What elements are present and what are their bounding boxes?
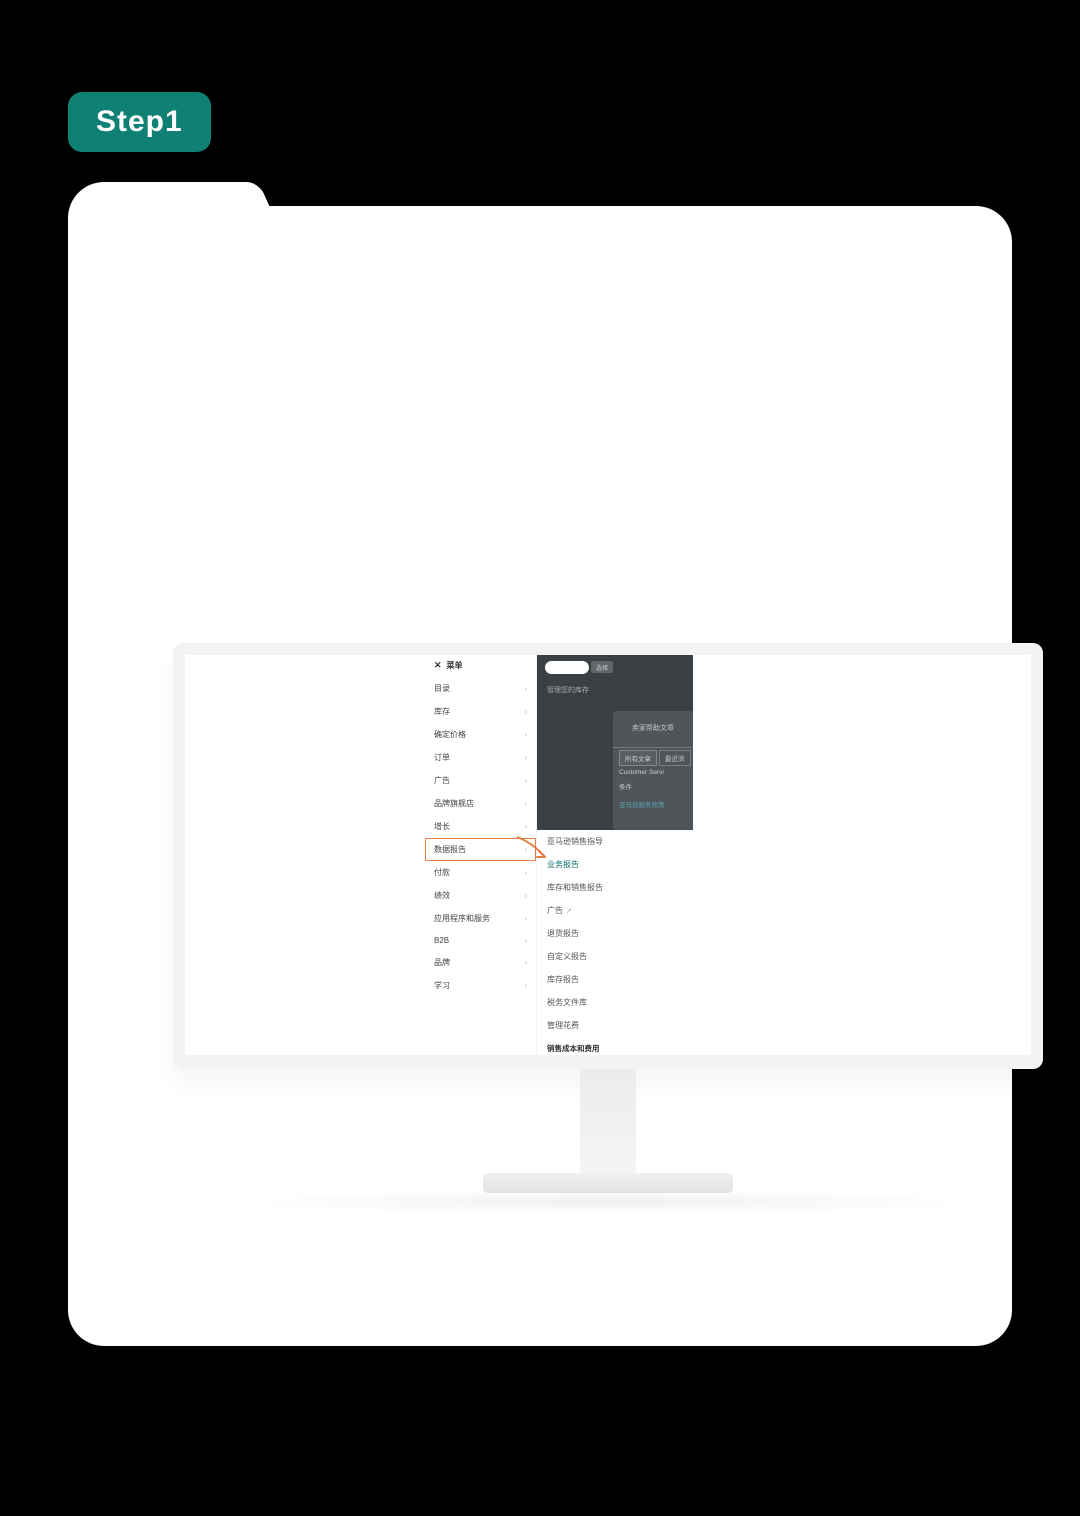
menu-item-label: 目录 <box>434 683 450 694</box>
submenu-item-label: 税务文件库 <box>547 998 587 1007</box>
submenu-item-inventory-rep[interactable]: 库存报告 <box>537 968 693 991</box>
menu-item-catalog[interactable]: 目录 › <box>425 677 536 700</box>
tab-all: 所有文章 <box>619 750 657 766</box>
submenu-item-label: 业务报告 <box>547 860 579 869</box>
menu-item-inventory[interactable]: 库存 › <box>425 700 536 723</box>
menu-item-growth[interactable]: 增长 › <box>425 815 536 838</box>
chevron-right-icon: › <box>524 981 527 990</box>
menu-item-orders[interactable]: 订单 › <box>425 746 536 769</box>
menu-item-brand[interactable]: 品牌 › <box>425 951 536 974</box>
help-card-title: 卖家帮助文章 <box>613 711 693 733</box>
help-line-3: 亚马逊服务政策 <box>619 799 665 809</box>
chevron-right-icon: › <box>524 845 527 854</box>
submenu-item-coaching[interactable]: 亚马逊销售指导 <box>537 830 693 853</box>
menu-item-label: 数据报告 <box>434 844 466 855</box>
chevron-right-icon: › <box>524 684 527 693</box>
menu-item-performance[interactable]: 绩效 › <box>425 884 536 907</box>
screen: 选择 管理您的库存 卖家帮助文章 所有文章 最近浏 Customer Servi… <box>185 655 1031 1055</box>
chevron-right-icon: › <box>524 707 527 716</box>
menu-item-label: 库存 <box>434 706 450 717</box>
submenu-panel: 亚马逊销售指导 业务报告 库存和销售报告 广告↗ 退货报告 自定义报告 库存报告… <box>537 830 693 1055</box>
chevron-right-icon: › <box>524 822 527 831</box>
monitor: 选择 管理您的库存 卖家帮助文章 所有文章 最近浏 Customer Servi… <box>173 643 1043 1215</box>
submenu-item-label: 管理花费 <box>547 1021 579 1030</box>
submenu-item-manage-spend[interactable]: 管理花费 <box>537 1014 693 1037</box>
submenu-item-label: 亚马逊销售指导 <box>547 837 603 846</box>
search-button: 选择 <box>591 661 613 673</box>
step-badge: Step1 <box>68 92 211 152</box>
menu-item-brandstore[interactable]: 品牌旗舰店 › <box>425 792 536 815</box>
help-line-1: Customer Servi <box>619 769 664 776</box>
submenu-item-label: 退货报告 <box>547 929 579 938</box>
chevron-right-icon: › <box>524 958 527 967</box>
help-line-2: 条件 <box>619 781 632 791</box>
chevron-right-icon: › <box>524 776 527 785</box>
submenu-item-custom[interactable]: 自定义报告 <box>537 945 693 968</box>
help-card: 卖家帮助文章 所有文章 最近浏 Customer Servi 条件 亚马逊服务政… <box>613 711 693 830</box>
chevron-right-icon: › <box>524 730 527 739</box>
submenu-item-returns[interactable]: 退货报告 <box>537 922 693 945</box>
monitor-bezel: 选择 管理您的库存 卖家帮助文章 所有文章 最近浏 Customer Servi… <box>173 643 1043 1069</box>
menu-item-label: 增长 <box>434 821 450 832</box>
submenu-item-label: 库存报告 <box>547 975 579 984</box>
close-icon[interactable]: ✕ <box>434 661 442 670</box>
menu-item-reports[interactable]: 数据报告 › <box>425 838 536 861</box>
help-card-tabbar: 所有文章 最近浏 <box>613 747 693 763</box>
page-dimmed-bg: 选择 管理您的库存 卖家帮助文章 所有文章 最近浏 Customer Servi… <box>537 655 693 830</box>
menu-item-learn[interactable]: 学习 › <box>425 974 536 997</box>
menu-item-b2b[interactable]: B2B › <box>425 930 536 951</box>
menu-item-payments[interactable]: 付款 › <box>425 861 536 884</box>
chevron-right-icon: › <box>524 799 527 808</box>
submenu-item-advertising[interactable]: 广告↗ <box>537 899 693 922</box>
submenu-item-label: 自定义报告 <box>547 952 587 961</box>
menu-item-label: 品牌旗舰店 <box>434 798 474 809</box>
menu-header[interactable]: ✕ 菜单 <box>425 655 536 677</box>
chevron-right-icon: › <box>524 753 527 762</box>
monitor-stand-neck <box>580 1069 636 1173</box>
menu-title: 菜单 <box>447 660 463 671</box>
submenu-item-label: 广告 <box>547 906 563 915</box>
submenu-item-tax-docs[interactable]: 税务文件库 <box>537 991 693 1014</box>
menu-item-label: 学习 <box>434 980 450 991</box>
menu-item-apps[interactable]: 应用程序和服务 › <box>425 907 536 930</box>
menu-item-label: 订单 <box>434 752 450 763</box>
menu-item-ads[interactable]: 广告 › <box>425 769 536 792</box>
menu-item-label: 应用程序和服务 <box>434 913 490 924</box>
menu-item-label: 确定价格 <box>434 729 466 740</box>
menu-item-label: 品牌 <box>434 957 450 968</box>
submenu-group-label: 销售成本和费用 <box>537 1037 693 1055</box>
folder-container: 选择 管理您的库存 卖家帮助文章 所有文章 最近浏 Customer Servi… <box>68 206 1012 1346</box>
external-link-icon: ↗ <box>566 908 572 915</box>
menu-item-label: B2B <box>434 936 449 945</box>
menu-item-label: 绩效 <box>434 890 450 901</box>
submenu-item-business-reports[interactable]: 业务报告 <box>537 853 693 876</box>
chevron-right-icon: › <box>524 914 527 923</box>
search-pill <box>545 661 589 674</box>
folder-tab <box>68 182 248 242</box>
chevron-right-icon: › <box>524 868 527 877</box>
menu-item-label: 广告 <box>434 775 450 786</box>
main-menu-panel: ✕ 菜单 目录 › 库存 › 确定价格 › 订单 › 广告 › 品牌旗舰店 › 增长 › 数据… <box>425 655 537 1055</box>
monitor-shadow <box>228 1189 988 1215</box>
submenu-item-inv-sales[interactable]: 库存和销售报告 <box>537 876 693 899</box>
menu-list: 目录 › 库存 › 确定价格 › 订单 › 广告 › 品牌旗舰店 › 增长 › 数据报告 › 付… <box>425 677 536 997</box>
chevron-right-icon: › <box>524 891 527 900</box>
submenu-list: 亚马逊销售指导 业务报告 库存和销售报告 广告↗ 退货报告 自定义报告 库存报告… <box>537 830 693 1055</box>
page-subtitle: 管理您的库存 <box>547 685 589 695</box>
menu-item-label: 付款 <box>434 867 450 878</box>
menu-item-pricing[interactable]: 确定价格 › <box>425 723 536 746</box>
tab-recent: 最近浏 <box>659 750 691 766</box>
chevron-right-icon: › <box>524 936 527 945</box>
submenu-item-label: 库存和销售报告 <box>547 883 603 892</box>
